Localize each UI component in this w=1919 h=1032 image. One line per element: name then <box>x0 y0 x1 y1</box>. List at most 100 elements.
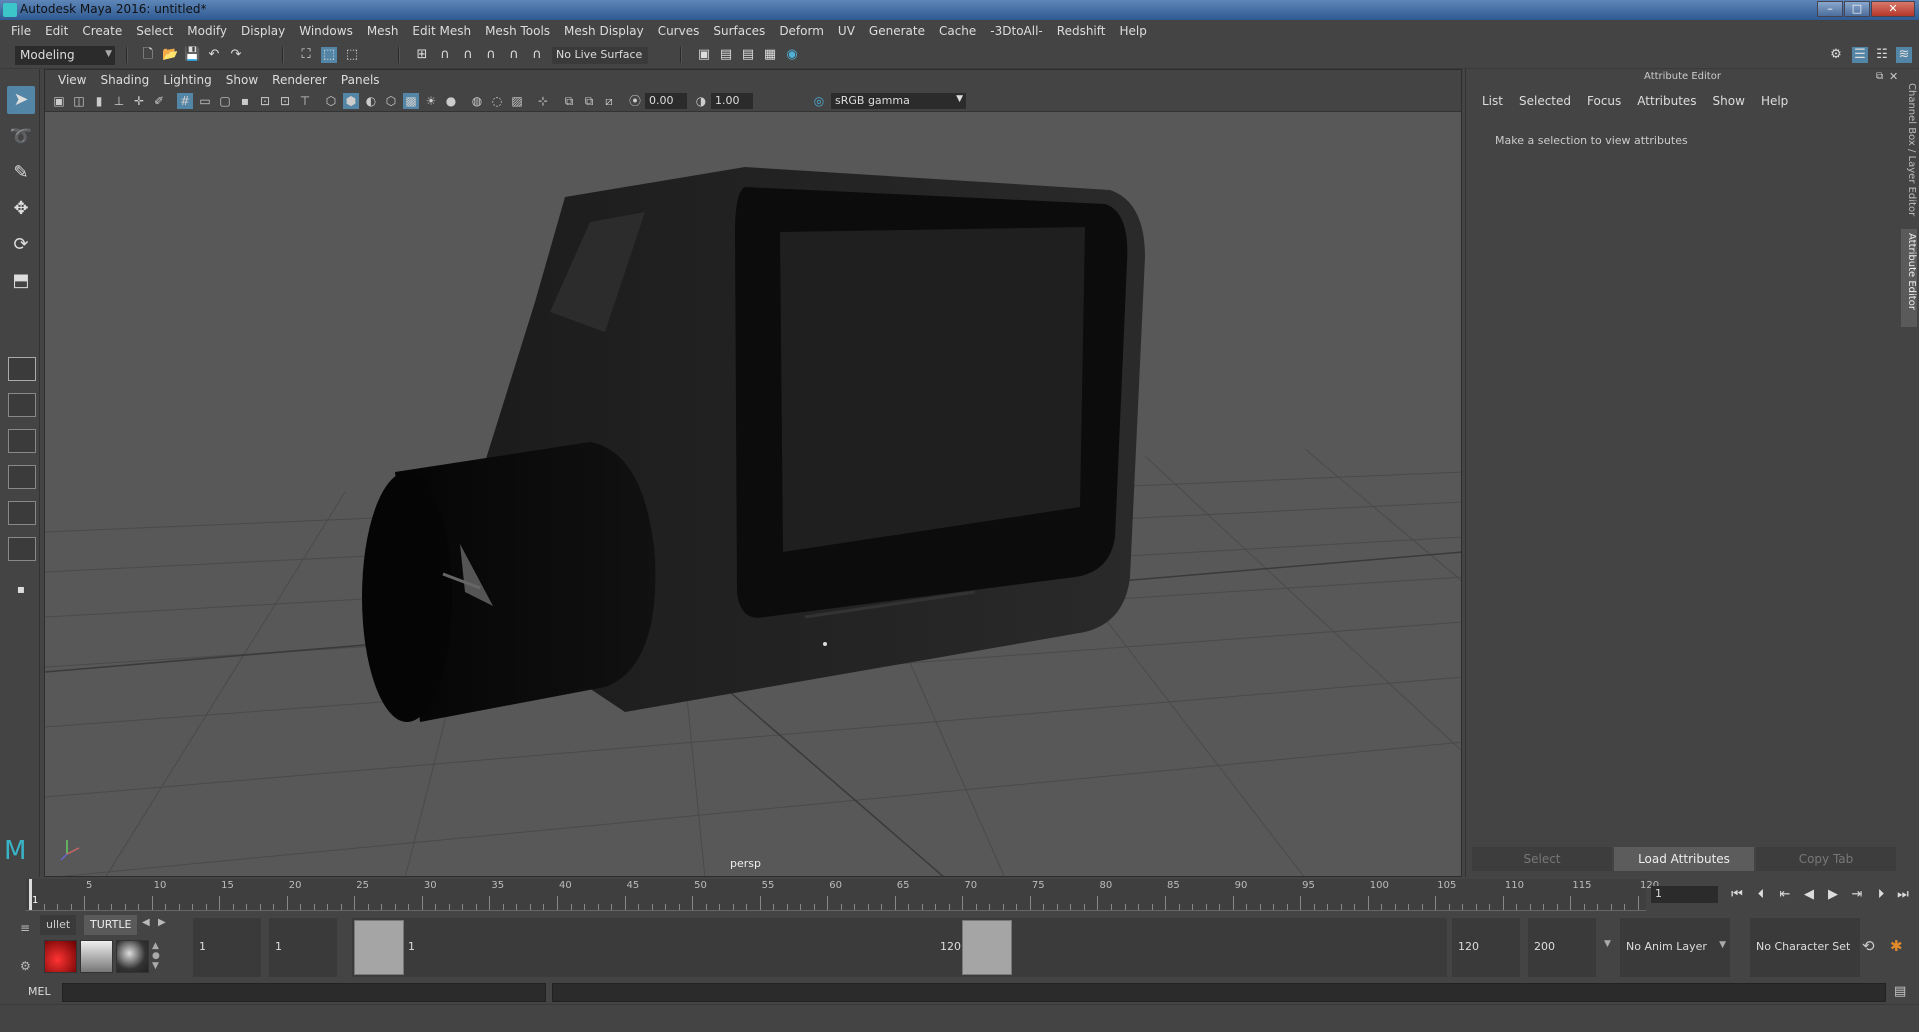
select-hierarchy-icon[interactable]: ⛶ <box>298 47 314 63</box>
go-to-start-icon[interactable]: ⏮ <box>1728 886 1746 904</box>
paint-select-tool-icon[interactable]: ✎ <box>7 159 35 187</box>
command-language-label[interactable]: MEL <box>28 985 51 998</box>
undo-icon[interactable]: ↶ <box>206 47 222 63</box>
layout-options-icon[interactable]: ▪ <box>7 575 35 603</box>
xray-icon[interactable]: ⧉ <box>561 93 577 109</box>
ae-menu-show[interactable]: Show <box>1705 94 1753 108</box>
vp-menu-panels[interactable]: Panels <box>334 73 387 87</box>
menu-generate[interactable]: Generate <box>862 24 932 38</box>
close-button[interactable]: ✕ <box>1871 1 1915 17</box>
use-all-lights-icon[interactable]: ☀ <box>423 93 439 109</box>
hypershade-icon[interactable]: ◉ <box>784 47 800 63</box>
menu-file[interactable]: File <box>4 24 38 38</box>
step-forward-key-icon[interactable]: ⏵ <box>1872 886 1890 904</box>
xray-joints-icon[interactable]: ⧉ <box>581 93 597 109</box>
shadows-icon[interactable]: ● <box>443 93 459 109</box>
play-forwards-icon[interactable]: ▶ <box>1824 886 1842 904</box>
go-to-end-icon[interactable]: ⏭ <box>1894 886 1912 904</box>
persp-outliner-layout-icon[interactable] <box>8 429 36 453</box>
textured-icon[interactable]: ▩ <box>403 93 419 109</box>
shelf-scroll-right-icon[interactable]: ▶ <box>158 917 166 928</box>
select-button[interactable]: Select <box>1472 847 1612 871</box>
vp-menu-shading[interactable]: Shading <box>93 73 156 87</box>
ae-menu-list[interactable]: List <box>1474 94 1511 108</box>
close-panel-icon[interactable]: ✕ <box>1889 70 1898 83</box>
menu-uv[interactable]: UV <box>831 24 862 38</box>
camera-attributes-icon[interactable]: ◫ <box>71 93 87 109</box>
tab-channel-box[interactable]: Channel Box / Layer Editor <box>1901 79 1917 229</box>
tab-attribute-editor[interactable]: Attribute Editor <box>1901 229 1917 327</box>
live-surface-field[interactable]: No Live Surface <box>552 47 648 64</box>
select-object-icon[interactable]: ⬚ <box>321 47 337 63</box>
turtle-material-icon[interactable] <box>116 940 149 973</box>
smooth-shade-icon[interactable]: ⬢ <box>343 93 359 109</box>
menu-mesh[interactable]: Mesh <box>360 24 406 38</box>
persp-graph-layout-icon[interactable] <box>8 465 36 489</box>
menu-3dtoall[interactable]: -3DtoAll- <box>983 24 1049 38</box>
camera-select-icon[interactable]: ▣ <box>51 93 67 109</box>
shelf-tab-bullet[interactable]: ullet <box>40 915 77 935</box>
anim-layer-dropdown[interactable]: No Anim Layer ▼ <box>1620 918 1730 977</box>
menu-modify[interactable]: Modify <box>180 24 234 38</box>
menu-windows[interactable]: Windows <box>292 24 360 38</box>
shelf-scroll-icon[interactable]: ▲ ● ▼ <box>152 941 160 971</box>
view-transform-dropdown[interactable]: sRGB gamma ▼ <box>831 93 966 109</box>
current-time-indicator[interactable] <box>29 879 32 910</box>
persp-graph-outliner-layout-icon[interactable] <box>8 537 36 561</box>
select-tool-icon[interactable]: ➤ <box>7 86 35 114</box>
playback-start-field[interactable]: 1 <box>269 918 337 977</box>
motion-blur-icon[interactable]: ◌ <box>489 93 505 109</box>
menu-help[interactable]: Help <box>1112 24 1153 38</box>
menu-curves[interactable]: Curves <box>651 24 707 38</box>
grease-pencil-icon[interactable]: ✐ <box>151 93 167 109</box>
snap-grid-icon[interactable]: ⊞ <box>414 47 430 63</box>
gamma-field[interactable]: 1.00 <box>711 93 753 109</box>
gamma-icon[interactable]: ◑ <box>693 93 709 109</box>
save-scene-icon[interactable]: 💾 <box>184 47 200 63</box>
vp-menu-lighting[interactable]: Lighting <box>156 73 219 87</box>
render-view-icon[interactable]: ▣ <box>696 47 712 63</box>
multisample-aa-icon[interactable]: ▨ <box>509 93 525 109</box>
shelf-settings-icon[interactable]: ⚙ <box>20 959 34 973</box>
xray-components-icon[interactable]: ⧄ <box>601 93 617 109</box>
float-panel-icon[interactable]: ⧉ <box>1876 71 1883 82</box>
shelf-menu-icon[interactable]: ≡ <box>20 921 34 935</box>
ae-menu-focus[interactable]: Focus <box>1579 94 1629 108</box>
redo-icon[interactable]: ↷ <box>228 47 244 63</box>
menu-edit-mesh[interactable]: Edit Mesh <box>405 24 478 38</box>
range-start-handle[interactable] <box>354 920 404 975</box>
snap-surface-icon[interactable]: ∩ <box>529 47 545 63</box>
command-input[interactable] <box>62 983 546 1002</box>
menu-edit[interactable]: Edit <box>38 24 75 38</box>
snap-view-plane-icon[interactable]: ∩ <box>483 47 499 63</box>
shelf-scroll-left-icon[interactable]: ◀ <box>142 917 150 928</box>
menu-select[interactable]: Select <box>129 24 180 38</box>
wireframe-on-shaded-icon[interactable]: ⬡ <box>383 93 399 109</box>
load-attributes-button[interactable]: Load Attributes <box>1614 847 1754 871</box>
exposure-icon[interactable]: ⦿ <box>627 93 643 109</box>
menu-mesh-display[interactable]: Mesh Display <box>557 24 651 38</box>
current-frame-field[interactable]: 1 <box>1651 886 1718 903</box>
step-back-frame-icon[interactable]: ⇤ <box>1776 886 1794 904</box>
screen-space-ao-icon[interactable]: ◍ <box>469 93 485 109</box>
range-end-handle[interactable] <box>962 920 1012 975</box>
range-slider[interactable]: 1 120 <box>352 918 1447 977</box>
menu-display[interactable]: Display <box>234 24 292 38</box>
vp-menu-show[interactable]: Show <box>219 73 265 87</box>
script-editor-icon[interactable]: ▤ <box>1894 984 1906 999</box>
grid-icon[interactable]: # <box>177 93 193 109</box>
attribute-editor-toggle-icon[interactable]: ☰ <box>1852 47 1868 63</box>
wireframe-icon[interactable]: ⬡ <box>323 93 339 109</box>
ipr-render-icon[interactable]: ▤ <box>740 47 756 63</box>
auto-key-icon[interactable]: ⟲ <box>1862 937 1875 955</box>
select-component-icon[interactable]: ⬚ <box>344 47 360 63</box>
film-gate-icon[interactable]: ▭ <box>197 93 213 109</box>
render-settings-icon[interactable]: ▦ <box>762 47 778 63</box>
single-perspective-layout-icon[interactable] <box>8 357 36 381</box>
animation-start-field[interactable]: 1 <box>193 918 261 977</box>
default-material-icon[interactable]: ◐ <box>363 93 379 109</box>
safe-title-icon[interactable]: ⊤ <box>297 93 313 109</box>
step-back-key-icon[interactable]: ⏴ <box>1752 886 1770 904</box>
lasso-tool-icon[interactable]: ➰ <box>7 123 35 151</box>
ae-menu-selected[interactable]: Selected <box>1511 94 1579 108</box>
